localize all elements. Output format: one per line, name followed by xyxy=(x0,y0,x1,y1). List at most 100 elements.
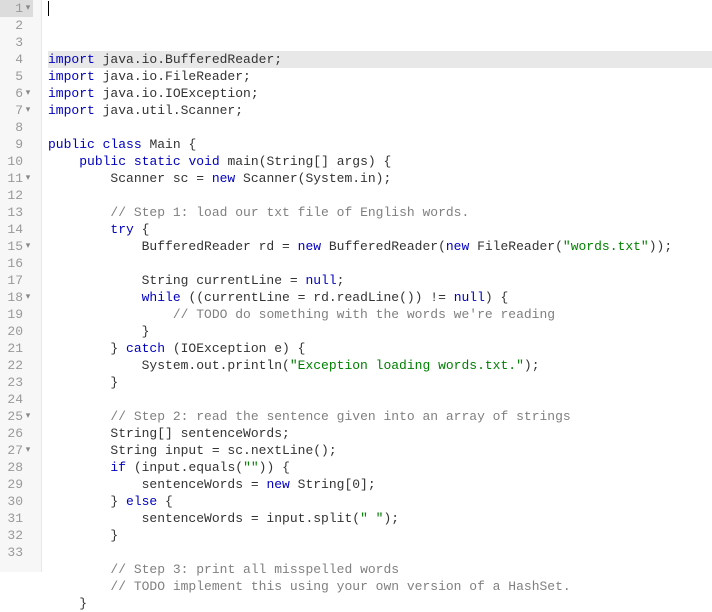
fold-toggle-icon[interactable]: ▾ xyxy=(23,408,33,425)
line-number[interactable]: 18▾ xyxy=(0,289,33,306)
code-line[interactable]: } xyxy=(48,527,712,544)
token-kw: public xyxy=(48,137,95,152)
code-line[interactable]: // Step 3: print all misspelled words xyxy=(48,561,712,578)
token-kw: new xyxy=(298,239,321,254)
line-number[interactable]: 30 xyxy=(0,493,33,510)
line-number[interactable]: 25▾ xyxy=(0,408,33,425)
token-kw: new xyxy=(266,477,289,492)
line-number[interactable]: 10 xyxy=(0,153,33,170)
code-line[interactable]: import java.util.Scanner; xyxy=(48,102,712,119)
line-number[interactable]: 11▾ xyxy=(0,170,33,187)
fold-toggle-icon[interactable]: ▾ xyxy=(23,102,33,119)
code-line[interactable]: public static void main(String[] args) { xyxy=(48,153,712,170)
line-number[interactable]: 1▾ xyxy=(0,0,33,17)
token-kw: catch xyxy=(126,341,165,356)
code-line[interactable]: import java.io.BufferedReader; xyxy=(48,51,712,68)
code-line[interactable]: } xyxy=(48,595,712,612)
token-kw: void xyxy=(188,154,219,169)
code-line[interactable]: while ((currentLine = rd.readLine()) != … xyxy=(48,289,712,306)
fold-toggle-icon[interactable]: ▾ xyxy=(23,85,33,102)
code-line[interactable]: } xyxy=(48,323,712,340)
code-line[interactable]: import java.io.FileReader; xyxy=(48,68,712,85)
code-line[interactable]: sentenceWords = input.split(" "); xyxy=(48,510,712,527)
token-kw: null xyxy=(454,290,485,305)
fold-toggle-icon[interactable]: ▾ xyxy=(23,442,33,459)
line-number[interactable]: 9 xyxy=(0,136,33,153)
text-cursor xyxy=(48,1,49,16)
token-str: "words.txt" xyxy=(563,239,649,254)
code-line[interactable]: Scanner sc = new Scanner(System.in); xyxy=(48,170,712,187)
code-line[interactable]: // Step 1: load our txt file of English … xyxy=(48,204,712,221)
code-line[interactable]: // TODO implement this using your own ve… xyxy=(48,578,712,595)
code-line[interactable]: String[] sentenceWords; xyxy=(48,425,712,442)
code-line[interactable]: } catch (IOException e) { xyxy=(48,340,712,357)
fold-toggle-icon[interactable]: ▾ xyxy=(23,289,33,306)
code-line[interactable]: } xyxy=(48,374,712,391)
line-number[interactable]: 2 xyxy=(0,17,33,34)
code-line[interactable] xyxy=(48,255,712,272)
fold-toggle-icon[interactable]: ▾ xyxy=(23,238,33,255)
token-kw: class xyxy=(103,137,142,152)
code-line[interactable]: public class Main { xyxy=(48,136,712,153)
line-number[interactable]: 24 xyxy=(0,391,33,408)
fold-toggle-icon[interactable]: ▾ xyxy=(23,0,33,17)
code-line[interactable] xyxy=(48,544,712,561)
line-number[interactable]: 22 xyxy=(0,357,33,374)
line-number[interactable]: 4 xyxy=(0,51,33,68)
token-com: // Step 1: load our txt file of English … xyxy=(110,205,469,220)
line-number[interactable]: 12 xyxy=(0,187,33,204)
line-number-gutter[interactable]: 1▾23456▾7▾891011▾12131415▾161718▾1920212… xyxy=(0,0,42,572)
line-number[interactable]: 32 xyxy=(0,527,33,544)
token-kw: import xyxy=(48,86,95,101)
token-kw: import xyxy=(48,52,95,67)
line-number[interactable]: 23 xyxy=(0,374,33,391)
code-line[interactable]: } else { xyxy=(48,493,712,510)
line-number[interactable]: 27▾ xyxy=(0,442,33,459)
line-number[interactable]: 15▾ xyxy=(0,238,33,255)
line-number[interactable]: 28 xyxy=(0,459,33,476)
code-line[interactable] xyxy=(48,187,712,204)
code-line[interactable]: sentenceWords = new String[0]; xyxy=(48,476,712,493)
line-number[interactable]: 19 xyxy=(0,306,33,323)
line-number[interactable]: 16 xyxy=(0,255,33,272)
token-com: // Step 2: read the sentence given into … xyxy=(110,409,570,424)
token-kw: try xyxy=(110,222,133,237)
token-kw: new xyxy=(446,239,469,254)
code-line[interactable]: // TODO do something with the words we'r… xyxy=(48,306,712,323)
token-kw: static xyxy=(134,154,181,169)
line-number[interactable]: 20 xyxy=(0,323,33,340)
line-number[interactable]: 26 xyxy=(0,425,33,442)
line-number[interactable]: 7▾ xyxy=(0,102,33,119)
fold-toggle-icon[interactable]: ▾ xyxy=(23,170,33,187)
code-line[interactable]: // Step 2: read the sentence given into … xyxy=(48,408,712,425)
line-number[interactable]: 5 xyxy=(0,68,33,85)
token-kw: if xyxy=(110,460,126,475)
token-kw: public xyxy=(79,154,126,169)
code-editor[interactable]: 1▾23456▾7▾891011▾12131415▾161718▾1920212… xyxy=(0,0,712,572)
token-str: "" xyxy=(243,460,259,475)
code-line[interactable] xyxy=(48,391,712,408)
code-line[interactable]: BufferedReader rd = new BufferedReader(n… xyxy=(48,238,712,255)
line-number[interactable]: 29 xyxy=(0,476,33,493)
code-line[interactable]: import java.io.IOException; xyxy=(48,85,712,102)
line-number[interactable]: 21 xyxy=(0,340,33,357)
line-number[interactable]: 14 xyxy=(0,221,33,238)
token-kw: import xyxy=(48,103,95,118)
token-str: "Exception loading words.txt." xyxy=(290,358,524,373)
code-line[interactable]: try { xyxy=(48,221,712,238)
code-line[interactable] xyxy=(48,119,712,136)
code-line[interactable]: String input = sc.nextLine(); xyxy=(48,442,712,459)
line-number[interactable]: 31 xyxy=(0,510,33,527)
code-line[interactable]: if (input.equals("")) { xyxy=(48,459,712,476)
code-area[interactable]: import java.io.BufferedReader;import jav… xyxy=(42,0,712,572)
code-line[interactable]: String currentLine = null; xyxy=(48,272,712,289)
line-number[interactable]: 17 xyxy=(0,272,33,289)
line-number[interactable]: 6▾ xyxy=(0,85,33,102)
token-kw: while xyxy=(142,290,181,305)
line-number[interactable]: 3 xyxy=(0,34,33,51)
line-number[interactable]: 33 xyxy=(0,544,33,561)
code-line[interactable]: System.out.println("Exception loading wo… xyxy=(48,357,712,374)
line-number[interactable]: 13 xyxy=(0,204,33,221)
token-com: // Step 3: print all misspelled words xyxy=(110,562,399,577)
line-number[interactable]: 8 xyxy=(0,119,33,136)
